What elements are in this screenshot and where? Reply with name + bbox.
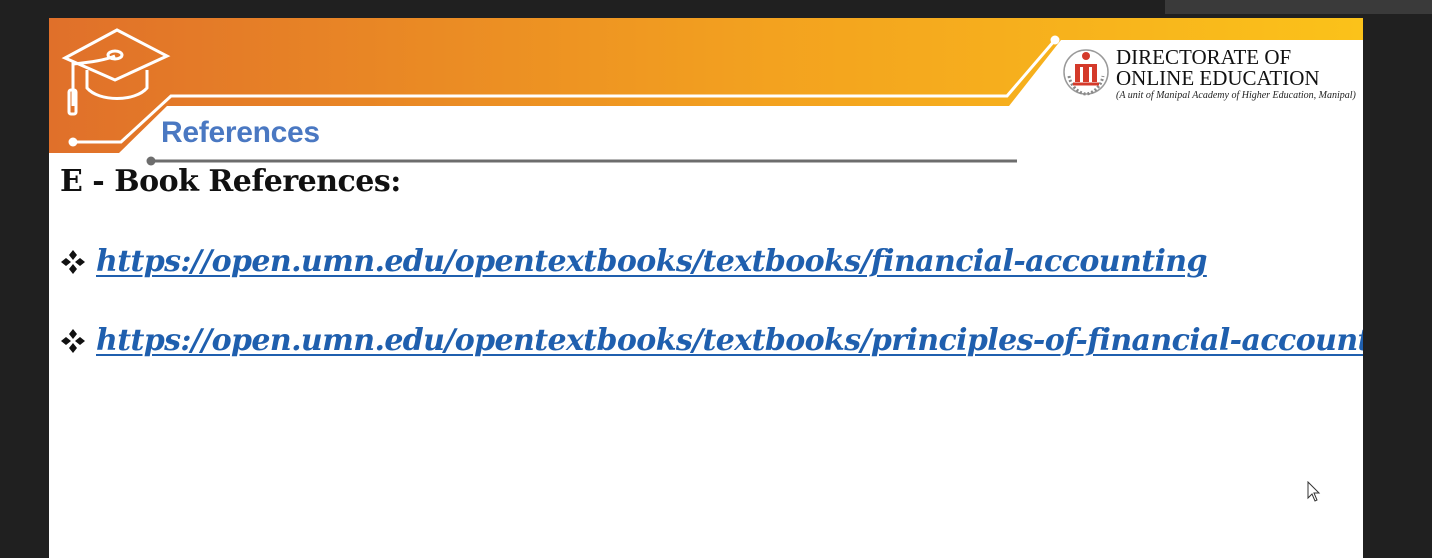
- four-diamond-bullet-icon: [61, 328, 85, 353]
- window-topbar: [1165, 0, 1432, 14]
- section-heading: E - Book References:: [60, 164, 401, 199]
- reference-link-financial-accounting[interactable]: https://open.umn.edu/opentextbooks/textb…: [96, 244, 1207, 279]
- logo-title-line1: DIRECTORATE OF: [1116, 45, 1292, 69]
- institution-logo: DIRECTORATE OF ONLINE EDUCATION (A unit …: [1061, 40, 1361, 106]
- presentation-slide: References DIRECTORATE OF ONLINE EDUCATI…: [49, 18, 1363, 558]
- institution-emblem-icon: [1063, 49, 1109, 96]
- slide-title: References: [161, 116, 320, 149]
- mouse-pointer-icon: [1307, 481, 1321, 502]
- reference-item: https://open.umn.edu/opentextbooks/textb…: [60, 323, 1363, 358]
- logo-title-line2: ONLINE EDUCATION: [1116, 66, 1320, 90]
- reference-link-principles-of-financial-accounting[interactable]: https://open.umn.edu/opentextbooks/textb…: [96, 323, 1363, 358]
- four-diamond-bullet-icon: [61, 249, 85, 274]
- reference-item: https://open.umn.edu/opentextbooks/textb…: [60, 244, 1207, 279]
- logo-subtitle: (A unit of Manipal Academy of Higher Edu…: [1116, 90, 1356, 101]
